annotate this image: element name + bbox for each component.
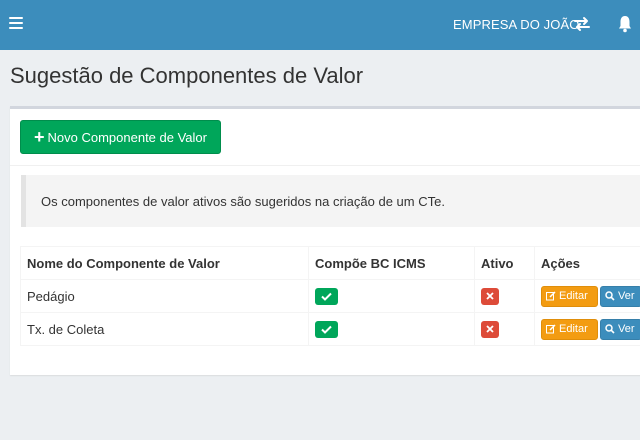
edit-button-label: Editar xyxy=(559,290,588,302)
cell-actions: Editar Ver xyxy=(534,279,640,313)
view-button-label: Ver xyxy=(618,323,635,335)
bell-icon[interactable] xyxy=(618,15,632,33)
cell-compoe-bc-icms xyxy=(308,279,475,313)
plus-icon: + xyxy=(34,127,45,147)
new-component-button[interactable]: + Novo Componente de Valor xyxy=(20,120,221,154)
cell-ativo xyxy=(474,279,535,313)
edit-icon xyxy=(546,324,556,334)
cell-actions: Editar Ver xyxy=(534,312,640,346)
top-navbar: EMPRESA DO JOÃO xyxy=(0,0,640,50)
new-component-button-label: Novo Componente de Valor xyxy=(47,129,207,145)
cell-name: Pedágio xyxy=(20,279,309,313)
close-icon xyxy=(481,320,499,338)
edit-button[interactable]: Editar xyxy=(541,285,598,307)
cell-ativo xyxy=(474,312,535,346)
callout-text: Os componentes de valor ativos são suger… xyxy=(41,194,445,209)
search-icon xyxy=(605,291,615,301)
company-name[interactable]: EMPRESA DO JOÃO xyxy=(453,17,579,32)
info-callout: Os componentes de valor ativos são suger… xyxy=(21,175,640,227)
table-row: Tx. de Coleta Editar Ver xyxy=(20,312,640,346)
box-header: + Novo Componente de Valor xyxy=(10,109,640,166)
cell-compoe-bc-icms xyxy=(308,312,475,346)
search-icon xyxy=(605,324,615,334)
header-name: Nome do Componente de Valor xyxy=(20,246,309,280)
header-compoe-bc-icms: Compõe BC ICMS xyxy=(308,246,475,280)
check-icon xyxy=(315,287,338,305)
edit-icon xyxy=(546,291,556,301)
close-icon xyxy=(481,287,499,305)
swap-icon[interactable] xyxy=(574,15,590,33)
edit-button-label: Editar xyxy=(559,323,588,335)
check-icon xyxy=(315,320,338,338)
table-row: Pedágio Editar Ver xyxy=(20,279,640,313)
page-title: Sugestão de Componentes de Valor xyxy=(10,63,364,88)
table-header-row: Nome do Componente de Valor Compõe BC IC… xyxy=(20,246,640,280)
view-button-label: Ver xyxy=(618,290,635,302)
components-table: Nome do Componente de Valor Compõe BC IC… xyxy=(20,246,640,346)
menu-icon[interactable] xyxy=(9,17,23,31)
view-button[interactable]: Ver xyxy=(600,285,640,307)
cell-name: Tx. de Coleta xyxy=(20,312,309,346)
header-acoes: Ações xyxy=(534,246,640,280)
content-box: + Novo Componente de Valor Os componente… xyxy=(10,106,640,375)
header-ativo: Ativo xyxy=(474,246,535,280)
view-button[interactable]: Ver xyxy=(600,318,640,340)
edit-button[interactable]: Editar xyxy=(541,318,598,340)
